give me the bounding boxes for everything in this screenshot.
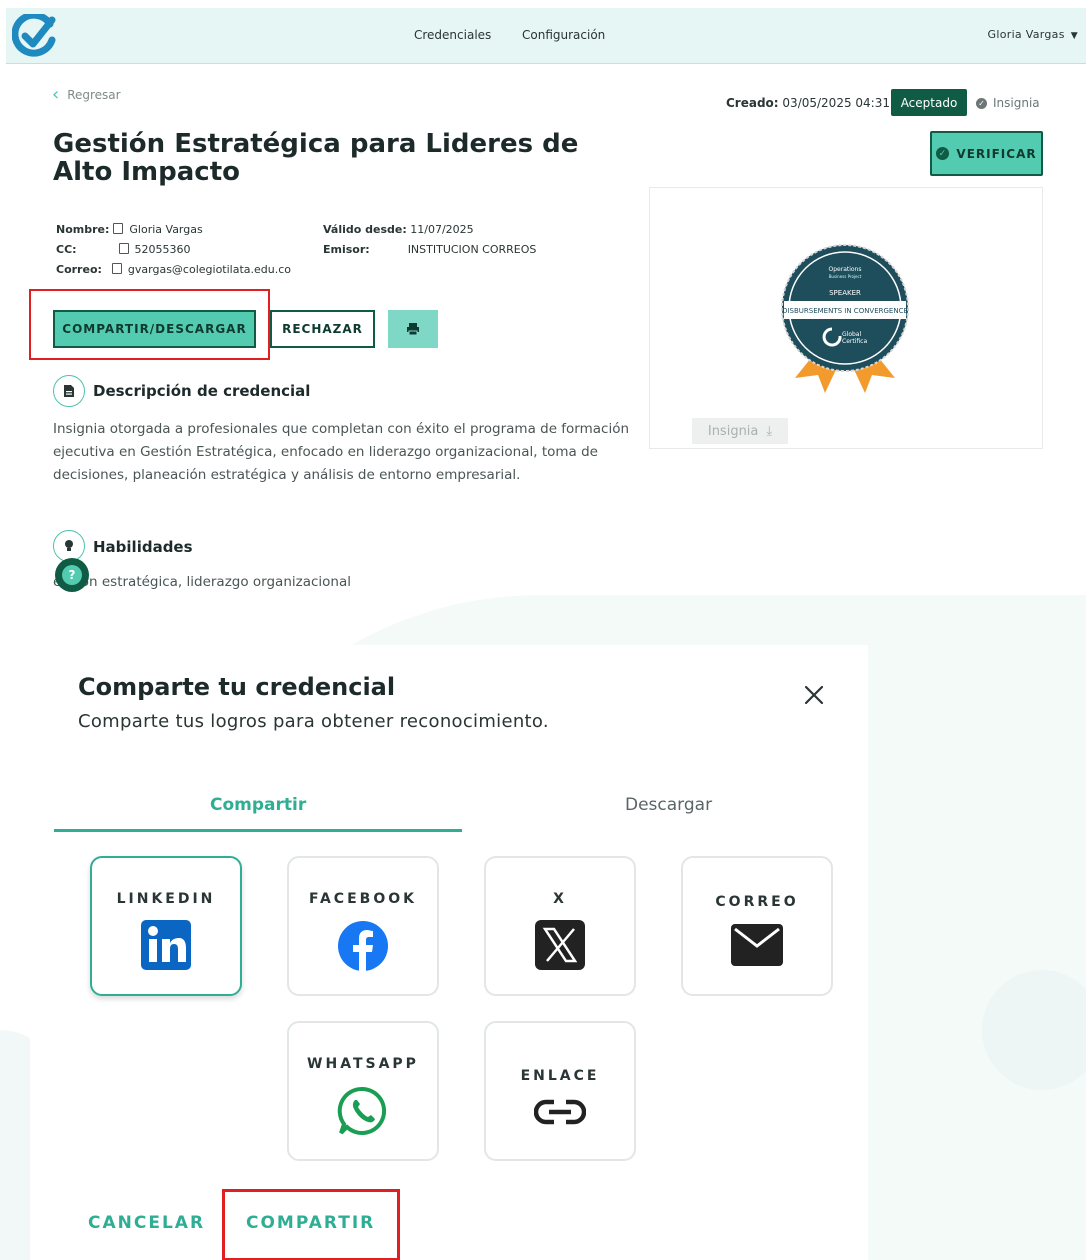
valid-row: Válido desde: 11/07/2025 (323, 223, 474, 236)
back-link[interactable]: ‹ Regresar (52, 84, 121, 105)
verify-button[interactable]: ✓ VERIFICAR (930, 131, 1043, 176)
check-circle-icon: ✓ (936, 147, 950, 160)
issuer-value: INSTITUCION CORREOS (407, 243, 537, 256)
share-option-label: X (553, 891, 567, 907)
cc-row: CC: 52055360 (56, 243, 191, 256)
share-option-label: LINKEDIN (116, 891, 216, 907)
badge-brand2: Certifica (842, 338, 867, 345)
share-option-whatsapp[interactable]: WHATSAPP (287, 1021, 439, 1161)
cancel-button[interactable]: CANCELAR (88, 1213, 205, 1233)
valid-label: Válido desde: (323, 223, 407, 236)
share-option-correo[interactable]: CORREO (681, 856, 833, 996)
highlight-box (29, 289, 270, 360)
badge-image: Operations Business Project SPEAKER DISB… (781, 244, 909, 393)
cc-value: 52055360 (134, 243, 191, 256)
modal-subtitle: Comparte tus logros para obtener reconoc… (78, 711, 549, 732)
modal-title: Comparte tu credencial (78, 673, 396, 701)
help-icon: ? (62, 565, 82, 585)
share-option-facebook[interactable]: FACEBOOK (287, 856, 439, 996)
badge-top-line2: Business Project (829, 274, 862, 279)
credential-type: ✓ Insignia (976, 96, 1040, 110)
name-value: Gloria Vargas (129, 223, 203, 236)
chevron-left-icon: ‹ (52, 84, 60, 105)
share-option-enlace[interactable]: ENLACE (484, 1021, 636, 1161)
copy-icon[interactable] (113, 223, 124, 234)
share-modal: Comparte tu credencial Comparte tus logr… (30, 645, 868, 1260)
app-logo-icon[interactable] (12, 14, 58, 58)
insignia-download-button[interactable]: Insignia ⤓ (692, 418, 788, 444)
email-value: gvargas@colegiotilata.edu.co (127, 263, 292, 276)
description-text: Insignia otorgada a profesionales que co… (53, 421, 630, 483)
close-icon[interactable] (802, 683, 826, 707)
badge-preview-card: Operations Business Project SPEAKER DISB… (649, 187, 1043, 449)
document-icon (53, 375, 85, 407)
share-option-label: FACEBOOK (309, 891, 417, 907)
email-row: Correo: gvargas@colegiotilata.edu.co (56, 263, 291, 276)
linkedin-icon (141, 920, 191, 970)
description-heading: Descripción de credencial (93, 382, 311, 400)
mail-icon (731, 924, 783, 966)
tab-descargar[interactable]: Descargar (625, 795, 712, 815)
issuer-label: Emisor: (323, 243, 370, 256)
top-navbar: Credenciales Configuración Gloria Vargas… (6, 8, 1086, 64)
print-button[interactable] (388, 310, 438, 348)
created-label: Creado: (726, 96, 779, 110)
x-icon (535, 920, 585, 970)
insignia-button-label: Insignia (707, 423, 759, 439)
badge-top-line1: Operations (829, 266, 862, 273)
check-circle-icon: ✓ (976, 97, 987, 109)
copy-icon[interactable] (111, 263, 122, 274)
facebook-icon (338, 921, 388, 971)
link-icon (534, 1099, 586, 1125)
active-tab-indicator (54, 829, 462, 832)
valid-value: 11/07/2025 (410, 223, 474, 236)
nav-credenciales-link[interactable]: Credenciales (414, 28, 491, 42)
user-menu[interactable]: Gloria Vargas ▼ (988, 28, 1078, 41)
back-label: Regresar (67, 88, 121, 102)
skills-heading: Habilidades (93, 538, 193, 556)
page-title: Gestión Estratégica para Lideres de Alto… (53, 129, 579, 187)
share-option-label: WHATSAPP (307, 1056, 419, 1072)
name-label: Nombre: (56, 223, 110, 236)
skills-text: eación estratégica, liderazgo organizaci… (53, 574, 352, 590)
share-option-label: CORREO (715, 894, 799, 910)
issuer-row: Emisor: INSTITUCION CORREOS (323, 243, 536, 256)
credential-type-label: Insignia (993, 96, 1040, 110)
name-row: Nombre: Gloria Vargas (56, 223, 203, 236)
tab-compartir[interactable]: Compartir (210, 795, 306, 815)
share-option-label: ENLACE (520, 1068, 600, 1084)
whatsapp-icon (337, 1086, 387, 1135)
share-option-linkedin[interactable]: LINKEDIN (90, 856, 242, 996)
reject-button[interactable]: RECHAZAR (270, 310, 375, 348)
copy-icon[interactable] (118, 243, 129, 254)
user-name: Gloria Vargas (987, 28, 1065, 41)
created-value: 03/05/2025 04:31 (782, 96, 890, 110)
badge-brand1: Global (842, 331, 861, 338)
cc-label: CC: (56, 243, 77, 256)
badge-speaker: SPEAKER (829, 289, 861, 297)
status-badge: Aceptado (891, 89, 967, 116)
email-label: Correo: (56, 263, 102, 276)
share-option-x[interactable]: X (484, 856, 636, 996)
verify-button-label: VERIFICAR (956, 146, 1037, 161)
nav-configuracion-link[interactable]: Configuración (522, 28, 605, 42)
printer-icon (407, 323, 419, 336)
caret-down-icon: ▼ (1070, 31, 1078, 41)
help-button[interactable]: ? (55, 558, 89, 592)
download-icon: ⤓ (766, 423, 773, 439)
badge-banner: DISBURSEMENTS IN CONVERGENCE (782, 307, 908, 315)
created-date: Creado: 03/05/2025 04:31 (726, 96, 890, 110)
highlight-box (222, 1189, 400, 1260)
